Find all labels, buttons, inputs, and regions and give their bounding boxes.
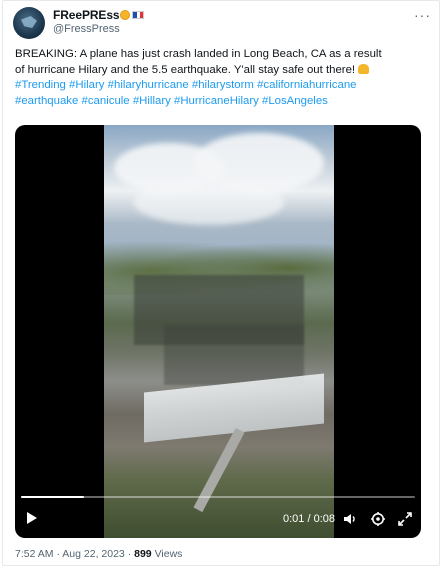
account-handle[interactable]: @FressPress [53,23,120,35]
video-controls: 0:01 / 0:08 [15,505,421,535]
video-frame[interactable] [104,125,334,538]
account-avatar[interactable] [13,7,45,39]
meta-separator: · [127,548,132,560]
folded-hands-emoji-icon [358,63,370,74]
tweet-date[interactable]: Aug 22, 2023 [62,548,124,560]
display-name[interactable]: FReePREss [53,8,120,22]
name-row: FReePREss [53,7,145,23]
fullscreen-icon[interactable] [397,511,413,527]
hashtag[interactable]: #HurricaneHilary [174,95,259,107]
video-progress-bar[interactable] [21,496,415,498]
more-options-icon[interactable]: ··· [414,7,431,23]
tweet-card: FReePREss @FressPress ··· BREAKING: A pl… [2,0,440,566]
tweet-text-line1: BREAKING: A plane has just crash landed … [15,48,382,60]
settings-icon[interactable] [370,511,386,527]
video-progress-fill [21,496,85,498]
tweet-text: BREAKING: A plane has just crash landed … [15,47,433,109]
tweet-text-line2: of hurricane Hilary and the 5.5 earthqua… [15,63,356,76]
hashtag[interactable]: #hilarystorm [192,79,254,91]
hashtag[interactable]: #californiahurricane [257,79,356,91]
tweet-meta: 7:52 AM · Aug 22, 2023 · 899 Views [15,548,182,560]
views-label: Views [154,548,183,560]
views-count: 899 [134,548,152,560]
video-time: 0:01 / 0:08 [283,513,335,525]
tweet-time[interactable]: 7:52 AM [15,548,54,560]
video-player[interactable]: 0:01 / 0:08 [15,125,421,538]
sun-emoji-icon [120,10,131,20]
hashtag[interactable]: #earthquake [15,95,78,107]
france-flag-icon [132,11,145,19]
hashtag[interactable]: #hilaryhurricane [108,79,189,91]
hashtag[interactable]: #canicule [82,95,130,107]
hashtag[interactable]: #LosAngeles [262,95,328,107]
meta-separator: · [56,548,60,560]
hashtag[interactable]: #Hillary [133,95,171,107]
volume-icon[interactable] [342,511,358,527]
hashtag[interactable]: #Trending [15,79,66,91]
tweet-header: FReePREss @FressPress ··· [13,7,433,43]
hashtag[interactable]: #Hilary [69,79,104,91]
play-icon[interactable] [27,512,37,524]
